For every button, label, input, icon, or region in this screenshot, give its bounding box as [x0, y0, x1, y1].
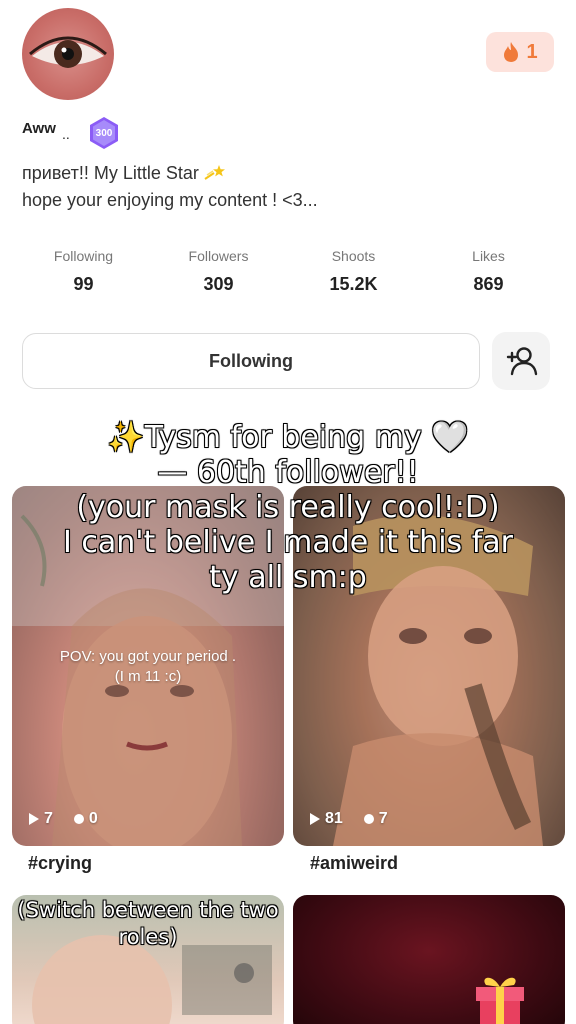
- play-icon: [310, 813, 320, 825]
- overlay-line-2: — 60th follower!!: [157, 454, 420, 490]
- hexagon-badge-icon: 300: [90, 117, 118, 149]
- profile-bio: привет!! My Little Star hope your enjoyi…: [22, 160, 318, 214]
- stat-label: Likes: [472, 248, 505, 264]
- comment-icon: [73, 814, 84, 824]
- tile-meta: 81 7: [309, 810, 388, 828]
- stat-followers[interactable]: Followers 309: [151, 248, 286, 295]
- profile-name-suffix: ..: [62, 126, 70, 142]
- comment-count: 0: [88, 810, 98, 827]
- level-badge[interactable]: 300: [88, 116, 120, 150]
- streak-badge[interactable]: 1: [486, 32, 554, 72]
- stat-value: 309: [203, 274, 234, 294]
- tile-tag[interactable]: #amiweird: [310, 853, 398, 874]
- overlay-line-3: (your mask is really cool!:D): [76, 489, 500, 525]
- video-tile-3[interactable]: (Switch between the two roles): [12, 895, 284, 1024]
- shooting-star-icon: [204, 165, 225, 180]
- stat-likes[interactable]: Likes 869: [421, 248, 556, 295]
- flame-icon: [504, 42, 519, 62]
- bio-line-1: привет!! My Little Star: [22, 163, 199, 183]
- comment-icon: [363, 814, 374, 824]
- gift-icon[interactable]: [470, 965, 530, 1024]
- stat-label: Shoots: [331, 248, 376, 264]
- tile-meta: 7 0: [28, 810, 98, 828]
- tile-caption: (Switch between the two roles): [17, 898, 279, 949]
- overlay-message: ✨Tysm for being my 🤍 — 60th follower!! (…: [0, 419, 576, 595]
- level-badge-value: 300: [96, 128, 113, 139]
- stat-value: 869: [473, 274, 504, 294]
- tile-caption: POV: you got your period .: [59, 648, 237, 665]
- stat-following[interactable]: Following 99: [16, 248, 151, 295]
- streak-count: 1: [526, 40, 538, 63]
- stat-value: 99: [73, 274, 94, 294]
- stat-shoots[interactable]: Shoots 15.2K: [286, 248, 421, 295]
- bio-line-2: hope your enjoying my content ! <3...: [22, 190, 318, 210]
- comment-count: 7: [378, 810, 388, 827]
- following-button[interactable]: Following: [22, 333, 480, 389]
- eye-avatar-image: [29, 36, 107, 68]
- stat-value: 15.2K: [329, 274, 378, 294]
- view-count: 81: [325, 810, 343, 827]
- tile-caption-2: (I m 11 :c): [114, 668, 182, 685]
- profile-stats: Following 99 Followers 309 Shoots 15.2K …: [16, 248, 556, 295]
- add-friend-icon: [506, 347, 538, 376]
- tile-tag[interactable]: #crying: [28, 853, 92, 874]
- stat-label: Followers: [188, 248, 249, 264]
- stat-label: Following: [53, 248, 114, 264]
- overlay-line-1: ✨Tysm for being my 🤍: [107, 419, 469, 455]
- avatar[interactable]: [22, 8, 114, 100]
- overlay-line-4: I can't belive I made it this far: [62, 524, 513, 560]
- view-count: 7: [44, 810, 53, 827]
- profile-name: Aww: [22, 120, 56, 137]
- play-icon: [29, 813, 39, 825]
- add-friend-button[interactable]: [492, 332, 550, 390]
- overlay-line-5: ty all sm:p: [209, 559, 368, 595]
